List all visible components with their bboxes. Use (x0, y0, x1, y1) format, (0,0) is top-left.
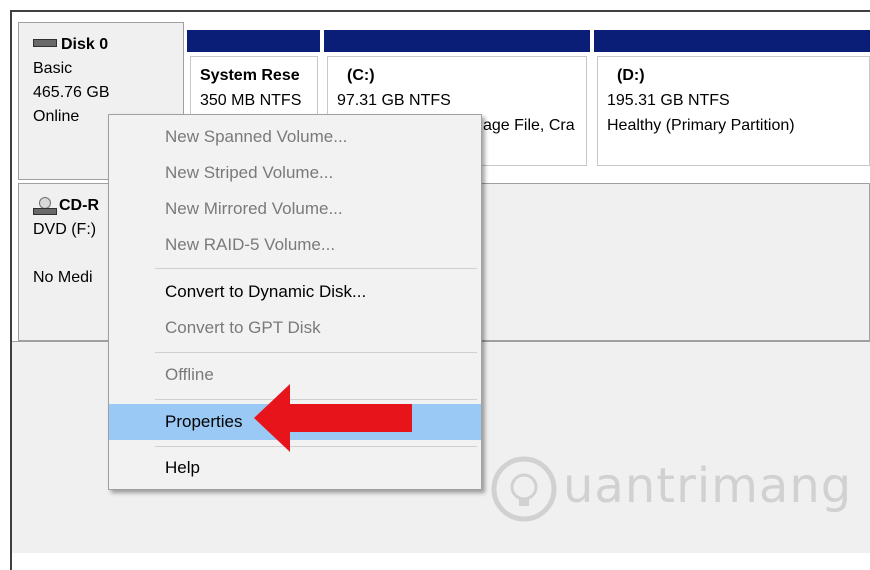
partition-bar-system (187, 30, 320, 52)
red-arrow-annotation (254, 384, 412, 452)
cdrom-status: No Medi (33, 269, 93, 286)
menu-item-new-striped-volume[interactable]: New Striped Volume... (109, 156, 481, 190)
menu-item-help[interactable]: Help (109, 451, 481, 485)
partition-detail: 195.31 GB NTFS (607, 92, 730, 109)
menu-item-new-spanned-volume[interactable]: New Spanned Volume... (109, 120, 481, 154)
menu-separator (155, 352, 477, 353)
disk0-name: Disk 0 (61, 36, 109, 53)
lightbulb-logo-icon (491, 456, 557, 522)
watermark: uantrimang (483, 448, 863, 528)
disk0-size: 465.76 GB (33, 84, 110, 101)
menu-item-convert-dynamic-disk[interactable]: Convert to Dynamic Disk... (109, 275, 481, 309)
cd-drive-icon (33, 196, 57, 215)
menu-item-convert-gpt-disk[interactable]: Convert to GPT Disk (109, 311, 481, 345)
partition-d[interactable]: (D:) 195.31 GB NTFS Healthy (Primary Par… (597, 56, 870, 166)
partition-name: (D:) (617, 67, 645, 84)
partition-bar-c (324, 30, 590, 52)
cdrom-type: DVD (F:) (33, 221, 97, 238)
partition-status: Healthy (Primary Partition) (607, 117, 795, 134)
partition-detail: 350 MB NTFS (200, 92, 302, 109)
cdrom-name: CD-R (59, 197, 99, 214)
partition-name: System Rese (200, 67, 300, 84)
partition-name: (C:) (347, 67, 375, 84)
menu-item-new-mirrored-volume[interactable]: New Mirrored Volume... (109, 192, 481, 226)
disk-icon (33, 38, 57, 47)
disk0-type: Basic (33, 60, 73, 77)
watermark-text: uantrimang (563, 458, 853, 514)
partition-bar-d (594, 30, 870, 52)
menu-item-new-raid5-volume[interactable]: New RAID-5 Volume... (109, 228, 481, 262)
menu-separator (155, 268, 477, 269)
disk0-status: Online (33, 108, 80, 125)
partition-detail: 97.31 GB NTFS (337, 92, 451, 109)
